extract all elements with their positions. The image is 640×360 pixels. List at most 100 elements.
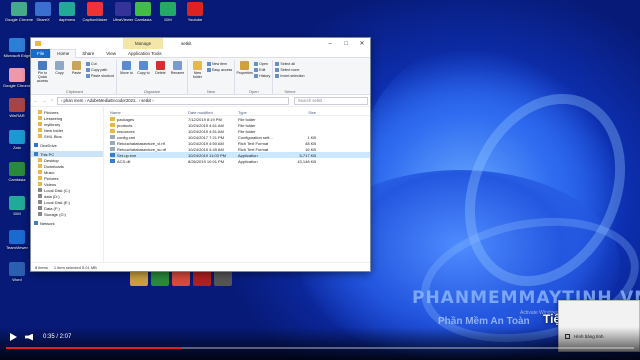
- desktop-icon[interactable]: IDM: [153, 2, 183, 22]
- folder-icon: [38, 110, 42, 114]
- app-icon: [160, 2, 176, 16]
- desktop-icon[interactable]: daphnew: [52, 2, 82, 22]
- selection-info: 1 item selected 5.01 MB: [53, 264, 97, 270]
- folder-icon: [35, 41, 41, 46]
- close-button[interactable]: ✕: [354, 38, 370, 49]
- tab-share[interactable]: Share: [76, 49, 100, 58]
- folder-icon: [38, 128, 42, 132]
- group-label: Clipboard: [65, 89, 84, 94]
- app-icon: [87, 2, 103, 16]
- desktop-icon-label: Camtasia: [8, 177, 26, 182]
- folder-icon: [38, 182, 42, 186]
- paste-shortcut-button[interactable]: Paste shortcut: [86, 73, 114, 78]
- invert-selection-button[interactable]: Invert selection: [275, 73, 305, 78]
- ribbon: Pin to Quick access Copy Paste Cut Copy …: [31, 58, 370, 95]
- open-button[interactable]: Open: [254, 61, 270, 66]
- new-folder-button[interactable]: New folder: [190, 61, 205, 79]
- nav-item[interactable]: Storage (G:): [31, 211, 103, 217]
- rename-button[interactable]: Rename: [170, 61, 185, 75]
- app-icon: [9, 98, 25, 112]
- properties-button[interactable]: Properties: [236, 61, 253, 75]
- column-type[interactable]: Type: [238, 110, 286, 115]
- tab-application-tools[interactable]: Application Tools: [122, 49, 168, 58]
- app-icon: [59, 2, 75, 16]
- select-all-button[interactable]: Select all: [275, 61, 304, 66]
- file-icon: [110, 147, 115, 151]
- copy-button[interactable]: Copy: [52, 61, 67, 75]
- app-icon: [110, 153, 115, 157]
- ribbon-tabs: File Home Share View Application Tools: [31, 48, 370, 58]
- cloud-icon: [34, 143, 38, 147]
- tab-home[interactable]: Home: [50, 48, 77, 58]
- disk-icon: [38, 206, 42, 210]
- select-none-button[interactable]: Select none: [275, 67, 304, 72]
- address-bar-row: ← → ↑ › phan mem › AdobeMediaEncoder2021…: [31, 95, 370, 107]
- pin-button[interactable]: Pin to Quick access: [35, 61, 50, 83]
- desktop-icon[interactable]: WinRAR: [2, 98, 32, 118]
- up-arrow-icon[interactable]: ↑: [49, 98, 55, 104]
- network-icon: [34, 221, 38, 225]
- nav-item[interactable]: OneDrive: [31, 142, 103, 148]
- folder-icon: [38, 134, 42, 138]
- tab-file[interactable]: File: [31, 48, 51, 58]
- desktop-icon[interactable]: Youtube: [180, 2, 210, 22]
- desktop-icon[interactable]: CaptionMaker: [80, 2, 110, 22]
- group-open: Properties Open Edit History Open: [235, 60, 274, 94]
- column-size[interactable]: Size: [286, 110, 316, 115]
- desktop-icon[interactable]: Microsoft Edge: [2, 38, 32, 58]
- folder-icon: [38, 164, 42, 168]
- item-count: 8 items: [35, 264, 48, 270]
- time-display: 0:35 / 2:07: [43, 334, 72, 340]
- app-icon: [9, 196, 25, 210]
- player-controls: 0:35 / 2:07: [0, 328, 640, 346]
- address-bar[interactable]: › phan mem › AdobeMediaEncoder2021.. › s…: [57, 96, 289, 105]
- desktop-icon[interactable]: Zalo: [2, 130, 32, 150]
- column-headers: Name Date modified Type Size: [110, 109, 370, 116]
- back-arrow-icon[interactable]: ←: [33, 98, 39, 104]
- folder-icon: [38, 122, 42, 126]
- minimize-button[interactable]: –: [322, 38, 338, 49]
- copy-to-button[interactable]: Copy to: [136, 61, 151, 75]
- desktop-icon[interactable]: Google Chrome: [2, 68, 32, 88]
- cut-button[interactable]: Cut: [86, 61, 114, 66]
- desktop-icon[interactable]: IDM: [2, 196, 32, 216]
- progress-bar[interactable]: [6, 347, 634, 349]
- history-button[interactable]: History: [254, 73, 270, 78]
- column-name[interactable]: Name: [110, 110, 188, 115]
- nav-item[interactable]: Network: [31, 220, 103, 226]
- edit-button[interactable]: Edit: [254, 67, 270, 72]
- file-list: Name Date modified Type Size packages 7/1…: [104, 107, 370, 262]
- folder-icon: [110, 117, 115, 121]
- desktop-icon-label: daphnew: [58, 17, 76, 22]
- new-item-button[interactable]: New item: [206, 61, 232, 66]
- desktop-icon[interactable]: Word: [2, 262, 32, 282]
- file-row[interactable]: ACS.dll 8/26/2019 10:01 PM Application 43,1…: [110, 158, 370, 164]
- disk-icon: [38, 188, 42, 192]
- desktop-icon[interactable]: Camtasia: [2, 162, 32, 182]
- easy-access-button[interactable]: Easy access: [206, 67, 232, 72]
- disk-icon: [38, 212, 42, 216]
- desktop-icon-label: Word: [12, 277, 22, 282]
- app-icon: [9, 130, 25, 144]
- folder-icon: [110, 129, 115, 133]
- context-tab-manage[interactable]: Manage: [123, 38, 163, 49]
- column-date[interactable]: Date modified: [188, 110, 238, 115]
- folder-icon: [38, 158, 42, 162]
- move-to-button[interactable]: Move to: [119, 61, 134, 75]
- play-icon[interactable]: [10, 333, 17, 341]
- group-organize: Move to Copy to Delete Rename Organize: [117, 60, 188, 94]
- copy-path-button[interactable]: Copy path: [86, 67, 114, 72]
- tab-view[interactable]: View: [100, 49, 122, 58]
- nav-item[interactable]: SHIL Bios: [31, 133, 103, 139]
- app-icon: [9, 230, 25, 244]
- maximize-button[interactable]: □: [338, 38, 354, 49]
- title-bar: Manage setkit – □ ✕: [31, 38, 370, 49]
- forward-arrow-icon[interactable]: →: [41, 98, 47, 104]
- desktop-icon[interactable]: TeamViewer: [2, 230, 32, 250]
- volume-icon[interactable]: [25, 333, 33, 341]
- watermark-slogan: Phần Mềm An Toàn: [438, 316, 530, 327]
- delete-button[interactable]: Delete: [153, 61, 168, 75]
- search-input[interactable]: Search setkit: [294, 96, 368, 105]
- file-icon: [110, 135, 115, 139]
- paste-button[interactable]: Paste: [69, 61, 84, 75]
